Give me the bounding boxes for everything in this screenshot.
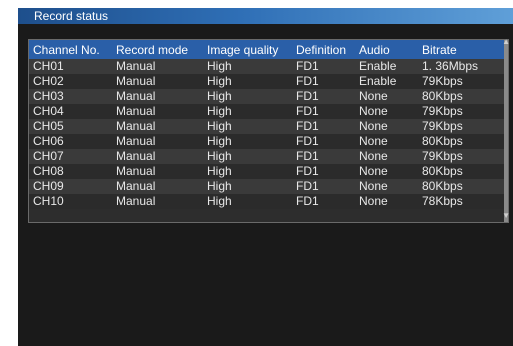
channel-cell: CH05 [29,119,112,134]
audio-cell: None [355,119,418,134]
bitrate-cell: 80Kbps [418,164,505,179]
channel-cell: CH08 [29,164,112,179]
channel-cell: CH03 [29,89,112,104]
vertical-scrollbar[interactable]: ▲ ▼ [502,37,510,222]
definition-cell: FD1 [292,89,355,104]
bitrate-cell: 80Kbps [418,89,505,104]
record-mode-cell: Manual [112,74,203,89]
channel-cell: CH02 [29,74,112,89]
audio-cell: None [355,179,418,194]
arrow-down-icon[interactable]: ▼ [502,211,510,220]
table-row[interactable]: CH10 Manual High FD1 None 78Kbps [29,194,505,209]
audio-cell: Enable [355,74,418,89]
image-quality-cell: High [203,194,292,209]
table-header-row: Channel No. Record mode Image quality De… [29,40,505,59]
window-title: Record status [34,9,109,23]
record-mode-cell: Manual [112,149,203,164]
column-header-definition[interactable]: Definition [292,40,355,59]
audio-cell: None [355,149,418,164]
image-quality-cell: High [203,164,292,179]
definition-cell: FD1 [292,104,355,119]
table-row[interactable]: CH07 Manual High FD1 None 79Kbps [29,149,505,164]
bitrate-cell: 78Kbps [418,194,505,209]
column-header-bitrate[interactable]: Bitrate [418,40,505,59]
table-row[interactable]: CH03 Manual High FD1 None 80Kbps [29,89,505,104]
table-row[interactable]: CH04 Manual High FD1 None 79Kbps [29,104,505,119]
record-status-window: Record status Channel No. Record mode Im… [18,8,513,346]
table-row[interactable]: CH02 Manual High FD1 Enable 79Kbps [29,74,505,89]
record-mode-cell: Manual [112,179,203,194]
record-mode-cell: Manual [112,134,203,149]
table-row[interactable]: CH08 Manual High FD1 None 80Kbps [29,164,505,179]
channel-cell: CH07 [29,149,112,164]
bitrate-cell: 79Kbps [418,104,505,119]
image-quality-cell: High [203,89,292,104]
definition-cell: FD1 [292,59,355,74]
column-header-record-mode[interactable]: Record mode [112,40,203,59]
audio-cell: None [355,164,418,179]
bitrate-cell: 1. 36Mbps [418,59,505,74]
image-quality-cell: High [203,59,292,74]
image-quality-cell: High [203,179,292,194]
definition-cell: FD1 [292,179,355,194]
table-row[interactable]: CH05 Manual High FD1 None 79Kbps [29,119,505,134]
channel-cell: CH01 [29,59,112,74]
definition-cell: FD1 [292,164,355,179]
table-row[interactable]: CH06 Manual High FD1 None 80Kbps [29,134,505,149]
bitrate-cell: 79Kbps [418,149,505,164]
bitrate-cell: 79Kbps [418,119,505,134]
bitrate-cell: 80Kbps [418,134,505,149]
bitrate-cell: 80Kbps [418,179,505,194]
bitrate-cell: 79Kbps [418,74,505,89]
record-mode-cell: Manual [112,119,203,134]
record-mode-cell: Manual [112,89,203,104]
table-row[interactable]: CH09 Manual High FD1 None 80Kbps [29,179,505,194]
column-header-channel-no[interactable]: Channel No. [29,40,112,59]
record-mode-cell: Manual [112,104,203,119]
arrow-up-icon[interactable]: ▲ [502,37,510,46]
image-quality-cell: High [203,134,292,149]
channel-cell: CH04 [29,104,112,119]
column-header-image-quality[interactable]: Image quality [203,40,292,59]
audio-cell: None [355,134,418,149]
record-status-table: Channel No. Record mode Image quality De… [29,40,505,209]
channel-cell: CH10 [29,194,112,209]
definition-cell: FD1 [292,149,355,164]
definition-cell: FD1 [292,134,355,149]
definition-cell: FD1 [292,74,355,89]
channel-cell: CH06 [29,134,112,149]
definition-cell: FD1 [292,194,355,209]
audio-cell: Enable [355,59,418,74]
image-quality-cell: High [203,149,292,164]
table-row[interactable]: CH01 Manual High FD1 Enable 1. 36Mbps [29,59,505,74]
image-quality-cell: High [203,104,292,119]
definition-cell: FD1 [292,119,355,134]
record-mode-cell: Manual [112,194,203,209]
title-bar: Record status [18,8,513,24]
audio-cell: None [355,89,418,104]
audio-cell: None [355,104,418,119]
record-mode-cell: Manual [112,164,203,179]
audio-cell: None [355,194,418,209]
image-quality-cell: High [203,74,292,89]
image-quality-cell: High [203,119,292,134]
column-header-audio[interactable]: Audio [355,40,418,59]
record-mode-cell: Manual [112,59,203,74]
record-status-table-panel: Channel No. Record mode Image quality De… [28,37,510,223]
channel-cell: CH09 [29,179,112,194]
